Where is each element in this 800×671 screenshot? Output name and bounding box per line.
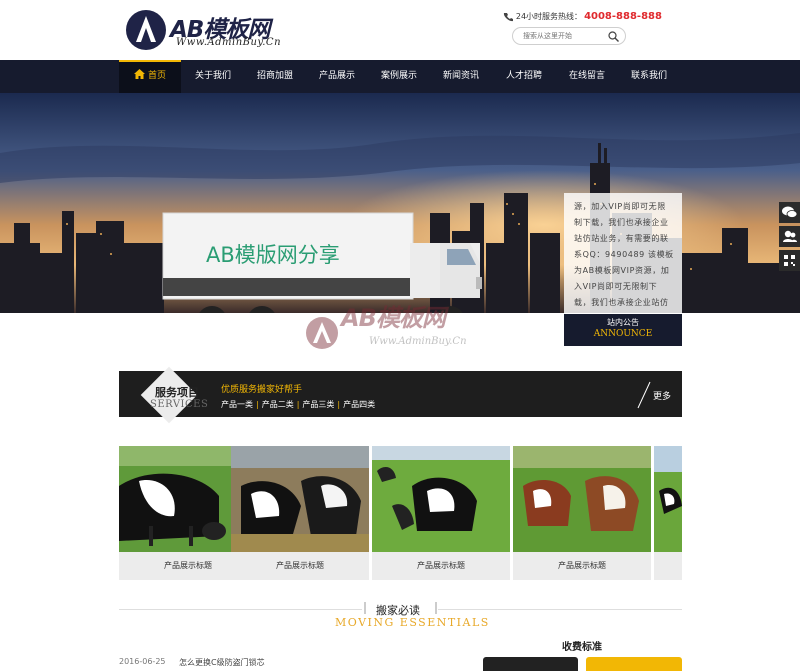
nav-item-contact[interactable]: 联系我们 <box>618 60 680 93</box>
product-card[interactable]: 产品展示标题 <box>231 446 369 580</box>
product-caption: 产品展示标题 <box>276 561 324 570</box>
services-tagline: 优质服务搬家好帮手 <box>221 385 303 395</box>
essentials-subtitle: MOVING ESSENTIALS <box>335 616 490 629</box>
slash-divider-icon <box>637 381 651 409</box>
product-image <box>231 446 369 552</box>
heading-bar-left <box>364 602 366 614</box>
product-card[interactable]: 产品展示标题 <box>372 446 510 580</box>
qr-icon <box>784 255 795 266</box>
news-link[interactable]: 怎么更换C级防盗门锁芯 <box>179 657 265 668</box>
nav-item-cases[interactable]: 案例展示 <box>368 60 430 93</box>
watermark-logo-icon <box>306 317 338 349</box>
nav-item-home[interactable]: 首页 <box>119 60 181 93</box>
logo-url: Www.AdminBuy.Cn <box>176 37 282 48</box>
product-card[interactable]: 产品展示标题 <box>513 446 651 580</box>
home-icon <box>133 69 145 79</box>
category-link[interactable]: 产品二类 <box>262 400 294 409</box>
search-icon[interactable] <box>608 31 619 42</box>
nav-item-label: 首页 <box>147 71 166 81</box>
more-link[interactable]: 更多 <box>653 389 671 402</box>
hotline-number: 4008-888-888 <box>584 11 662 22</box>
category-link[interactable]: 产品一类 <box>221 400 253 409</box>
announcement-subtitle: ANNOUNCE <box>593 329 653 339</box>
watermark-url: Www.AdminBuy.Cn <box>369 336 467 347</box>
fees-title: 收费标准 <box>562 642 602 653</box>
news-date: 2016-06-25 <box>119 657 166 666</box>
fees-tab[interactable] <box>483 657 578 671</box>
product-image <box>654 446 682 552</box>
category-link[interactable]: 产品四类 <box>343 400 375 409</box>
chat-icon <box>782 206 798 218</box>
qq-button[interactable] <box>779 226 800 247</box>
logo[interactable]: AB模板网 Www.AdminBuy.Cn <box>124 8 304 52</box>
site-header: AB模板网 Www.AdminBuy.Cn 24小时服务热线： 4008-888-… <box>0 0 800 60</box>
search-input[interactable] <box>523 30 603 42</box>
product-card[interactable] <box>654 446 682 580</box>
nav-item-news[interactable]: 新闻资讯 <box>430 60 492 93</box>
nav-item-franchise[interactable]: 招商加盟 <box>244 60 306 93</box>
services-band <box>119 371 682 417</box>
watermark: AB模板网 Www.AdminBuy.Cn <box>305 296 505 368</box>
announcement-body: 源，加入VIP尚即可无限制下载，我们也承接企业站仿站业务，有需要的联系QQ：94… <box>564 193 682 314</box>
hotline-label: 24小时服务热线： <box>515 12 583 21</box>
announcement-title: 站内公告 <box>607 318 639 327</box>
product-caption: 产品展示标题 <box>417 561 465 570</box>
qq-icon <box>783 230 797 242</box>
announcement-text: 源，加入VIP尚即可无限制下载，我们也承接企业站仿站业务，有需要的联系QQ：94… <box>574 202 674 307</box>
logo-mark-icon <box>126 10 166 50</box>
side-toolbar <box>779 202 800 274</box>
main-nav: 首页 关于我们 招商加盟 产品展示 案例展示 新闻资讯 人才招聘 在线留言 联系… <box>0 60 800 93</box>
top-button[interactable] <box>779 250 800 271</box>
heading-bar-right <box>435 602 437 614</box>
product-carousel: 产品展示标题 产品展示标题 产品展示标题 产品展示标题 <box>119 446 682 580</box>
services-categories: 产品一类 | 产品二类 | 产品三类 | 产品四类 <box>221 400 376 409</box>
product-image <box>513 446 651 552</box>
announcement-panel: 源，加入VIP尚即可无限制下载，我们也承接企业站仿站业务，有需要的联系QQ：94… <box>564 193 682 346</box>
product-image <box>372 446 510 552</box>
nav-item-messages[interactable]: 在线留言 <box>556 60 618 93</box>
banner-truck-text: AB模版网分享 <box>206 243 340 267</box>
nav-item-careers[interactable]: 人才招聘 <box>493 60 555 93</box>
announcement-header: 站内公告 ANNOUNCE <box>564 314 682 346</box>
services-subtitle: SERVICES <box>150 399 209 410</box>
phone-icon <box>503 12 513 21</box>
hotline: 24小时服务热线： 4008-888-888 <box>503 11 662 25</box>
chat-button[interactable] <box>779 202 800 223</box>
services-title: 服务项目 <box>155 386 199 399</box>
fees-tab[interactable] <box>586 657 682 671</box>
watermark-title: AB模板网 <box>341 304 446 332</box>
search-box <box>512 27 626 45</box>
product-caption: 产品展示标题 <box>558 561 606 570</box>
category-link[interactable]: 产品三类 <box>302 400 334 409</box>
nav-item-products[interactable]: 产品展示 <box>306 60 368 93</box>
nav-item-about[interactable]: 关于我们 <box>182 60 244 93</box>
